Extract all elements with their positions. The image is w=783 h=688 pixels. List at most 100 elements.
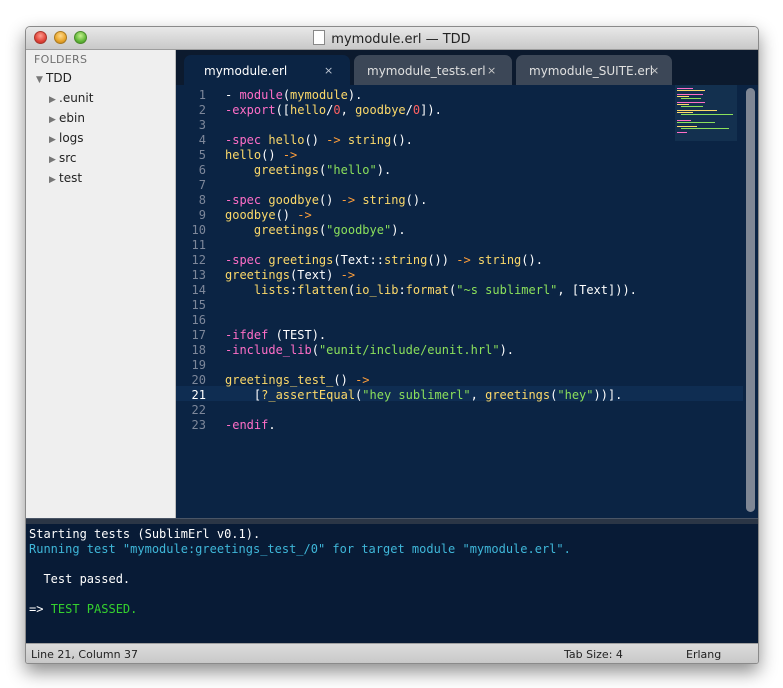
code-token: format [405,283,450,297]
window-title-wrap: mymodule.erl — TDD [26,30,758,47]
code-token: greetings [253,223,319,237]
line-number: 19 [191,358,206,372]
code-token: goodbye [268,193,319,207]
tab-size-selector[interactable]: Tab Size: 4 [564,648,623,661]
line-number: 15 [191,298,206,312]
code-token: -export [225,103,276,117]
code-line: goodbye() -> [225,208,312,222]
disclosure-collapsed-icon: ▶ [49,155,56,165]
code-token: ()) [427,253,457,267]
code-line: [?_assertEqual("hey sublimerl", greeting… [225,388,623,402]
line-number: 9 [198,208,206,222]
code-token: "hey" [557,388,594,402]
close-tab-icon[interactable]: × [487,64,496,77]
folder-ebin[interactable]: ▶ ebin [49,111,85,125]
editor-scrollbar[interactable] [743,85,758,518]
code-token: () [261,148,283,162]
code-token: greetings [225,268,291,282]
line-number: 21 [191,388,206,402]
folder-tdd[interactable]: ▼ TDD [36,71,72,85]
code-token: , [470,388,486,402]
line-number: 6 [198,163,206,177]
disclosure-collapsed-icon: ▶ [49,95,56,105]
minimap-line [677,88,693,89]
code-token: , [340,103,356,117]
code-token: io_lib [355,283,399,297]
syntax-selector[interactable]: Erlang [686,648,721,661]
code-token: -spec [225,193,269,207]
code-token: greetings_test_ [225,373,334,387]
code-line: -spec greetings(Text::string()) -> strin… [225,253,543,267]
code-token: hello [290,103,327,117]
cursor-position: Line 21, Column 37 [31,648,139,661]
close-tab-icon[interactable]: × [650,64,659,77]
code-token: module [239,88,283,102]
code-token: string [383,253,428,267]
tab-label: mymodule.erl [204,64,288,78]
minimap-line [677,96,689,97]
folder-logs[interactable]: ▶ logs [49,131,84,145]
folder-src[interactable]: ▶ src [49,151,77,165]
code-token: ( [347,283,356,297]
code-token: ))]. [593,388,623,402]
console-line: => TEST PASSED. [29,602,137,616]
line-number: 22 [191,403,206,417]
code-token: (). [405,193,428,207]
minimap-line [677,132,687,133]
code-token: (Text) [290,268,341,282]
code-token: ( [282,88,291,102]
document-icon [313,30,326,45]
minimap-line [681,106,703,107]
tab-mymodule-erl[interactable]: mymodule.erl × [184,55,350,85]
code-token: string [347,133,392,147]
code-token: -> [326,133,341,147]
tab-mymodule-tests-erl[interactable]: mymodule_tests.erl × [354,55,512,85]
close-tab-icon[interactable]: × [324,64,333,77]
code-token: greetings [268,253,334,267]
folder-label: src [59,151,77,165]
code-line: greetings_test_() -> [225,373,370,387]
code-line: lists:flatten(io_lib:format("~s sublimer… [225,283,637,297]
line-number: 20 [191,373,206,387]
line-number: 18 [191,343,206,357]
code-token: -spec [225,133,269,147]
folder-eunit[interactable]: ▶ .eunit [49,91,93,105]
code-token: () [333,373,356,387]
code-token: / [405,103,413,117]
minimap[interactable] [675,85,737,141]
code-editor[interactable]: 1 2 3 4 5 6 7 8 9 10 11 12 13 14 15 16 17 18 19 20 21 22 23 - … [176,85,743,518]
line-number: 14 [191,283,206,297]
minimap-line [677,126,697,127]
tab-label: mymodule_SUITE.erl [529,64,654,78]
code-token: ). [347,88,363,102]
code-token: -spec [225,253,269,267]
code-token: goodbye [225,208,276,222]
app-window: mymodule.erl — TDD FOLDERS ▼ TDD ▶ .eunit … [25,26,759,664]
minimap-line [681,98,701,99]
code-line: -export([hello/0, goodbye/0]). [225,103,442,117]
folder-label: logs [59,131,84,145]
line-number: 5 [198,148,206,162]
folder-test[interactable]: ▶ test [49,171,82,185]
title-bar: mymodule.erl — TDD [26,27,758,50]
status-bar: Line 21, Column 37 Tab Size: 4 Erlang [26,643,758,663]
disclosure-collapsed-icon: ▶ [49,115,56,125]
line-number: 17 [191,328,206,342]
code-token: hello [225,148,262,162]
line-number: 12 [191,253,206,267]
line-number: 2 [198,103,206,117]
code-line: -ifdef (TEST). [225,328,326,342]
folder-label: TDD [46,71,72,85]
test-result-label: TEST PASSED. [50,602,138,616]
code-token: mymodule [290,88,348,102]
scrollbar-thumb[interactable] [746,88,755,512]
code-token: string [477,253,522,267]
tab-mymodule-suite-erl[interactable]: mymodule_SUITE.erl × [516,55,672,85]
code-token: ]). [420,103,442,117]
code-token: 0 [333,103,341,117]
console-text: => [29,602,51,616]
code-line: hello() -> [225,148,297,162]
